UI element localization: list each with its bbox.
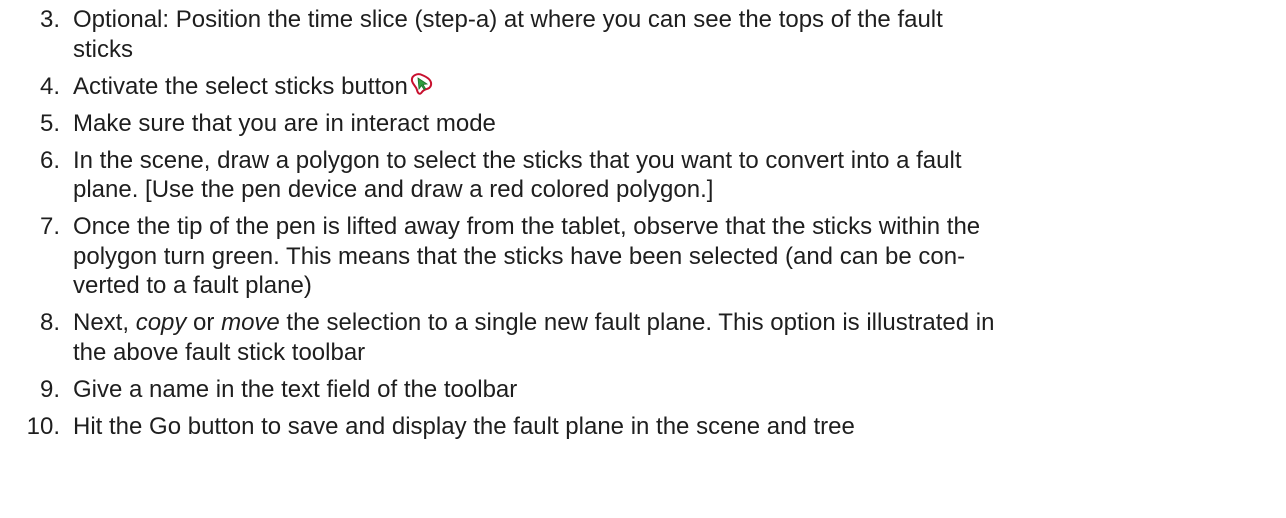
step-text: Optional: Position the time slice (step-… xyxy=(73,6,943,33)
step-number: 9. xyxy=(39,375,60,403)
list-item: 9. Give a name in the text field of the … xyxy=(0,375,1260,405)
step-text-pre: Next, xyxy=(73,309,136,336)
list-item: 4. Activate the select sticks button xyxy=(0,72,1260,102)
step-number: 5. xyxy=(39,109,60,137)
list-item: 6. In the scene, draw a polygon to selec… xyxy=(0,146,1260,205)
step-number: 4. xyxy=(39,72,60,100)
step-text: Make sure that you are in interact mode xyxy=(73,109,496,137)
list-item: 8. Next, copy or move the selection to a… xyxy=(0,308,1260,367)
list-item: 10. Hit the Go button to save and displa… xyxy=(0,412,1260,442)
step-number: 6. xyxy=(39,146,60,174)
step-text-continued: verted to a fault plane) xyxy=(73,272,312,299)
step-number: 7. xyxy=(39,213,60,240)
copy-emphasis: copy xyxy=(135,309,187,336)
step-text-continued: plane. [Use the pen device and draw a re… xyxy=(73,176,714,203)
step-text: Give a name in the text field of the too… xyxy=(73,375,518,403)
step-text: Once the tip of the pen is lifted away f… xyxy=(73,213,981,240)
list-item: 5. Make sure that you are in interact mo… xyxy=(0,109,1260,139)
step-text-continued: the above fault stick toolbar xyxy=(73,338,366,366)
step-number: 3. xyxy=(39,6,60,33)
step-number: 10. xyxy=(26,412,60,440)
document-page: 3. Optional: Position the time slice (st… xyxy=(0,0,1286,518)
select-sticks-icon xyxy=(409,72,433,96)
step-text-mid: or xyxy=(186,309,222,336)
step-text-continued: polygon turn green. This means that the … xyxy=(73,242,966,270)
step-text-post: the selection to a single new fault plan… xyxy=(279,309,995,336)
move-emphasis: move xyxy=(221,309,280,336)
step-text: In the scene, draw a polygon to select t… xyxy=(73,146,962,174)
step-text: Hit the Go button to save and display th… xyxy=(73,412,855,440)
step-number: 8. xyxy=(39,309,60,336)
list-item: 7. Once the tip of the pen is lifted awa… xyxy=(0,212,1260,301)
list-item: 3. Optional: Position the time slice (st… xyxy=(0,5,1260,64)
step-text: Activate the select sticks button xyxy=(73,72,408,100)
procedure-steps-list: 3. Optional: Position the time slice (st… xyxy=(0,5,1260,449)
step-text-continued: sticks xyxy=(73,35,133,63)
